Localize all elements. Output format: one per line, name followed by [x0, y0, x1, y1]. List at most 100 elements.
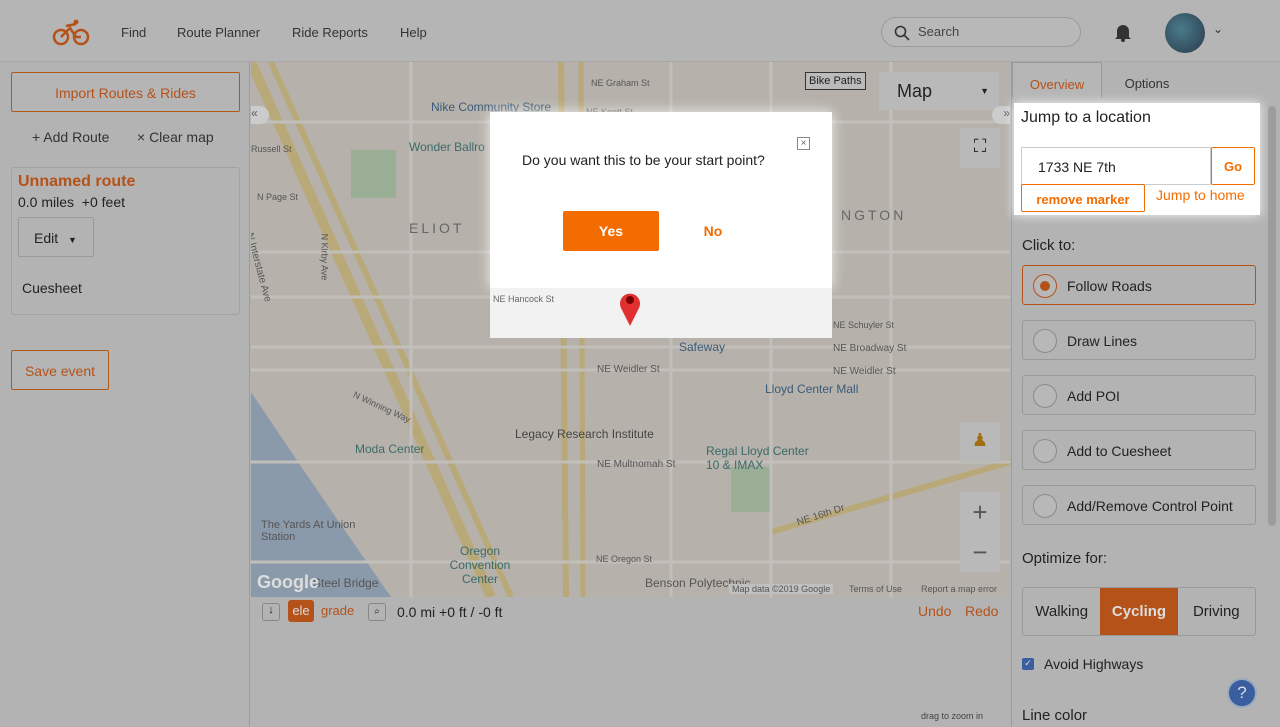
mode-add-to-cuesheet[interactable]: Add to Cuesheet — [1022, 430, 1256, 470]
mode-add-poi[interactable]: Add POI — [1022, 375, 1256, 415]
zoom-icon[interactable]: ⌕ — [368, 603, 386, 621]
save-event-button[interactable]: Save event — [11, 350, 109, 390]
map-label: Wonder Ballro — [409, 140, 485, 154]
redo-button[interactable]: Redo — [965, 603, 998, 619]
remove-marker-button[interactable]: remove marker — [1021, 184, 1145, 212]
elevation-stats: 0.0 mi +0 ft / -0 ft — [397, 604, 503, 620]
map-spotlight: NE Hancock St — [490, 288, 832, 338]
grade-toggle[interactable]: grade — [321, 603, 354, 618]
map-label: The Yards At Union Station — [261, 519, 356, 543]
mode-label: Add to Cuesheet — [1067, 443, 1172, 459]
nav-help[interactable]: Help — [400, 25, 427, 40]
click-to-label: Click to: — [1022, 237, 1076, 254]
route-name[interactable]: Unnamed route — [18, 173, 135, 191]
jump-title: Jump to a location — [1021, 109, 1151, 126]
map-label: Safeway — [679, 340, 726, 354]
mode-label: Draw Lines — [1067, 333, 1138, 349]
route-card: Unnamed route 0.0 miles +0 feet Edit ▼ C… — [11, 167, 240, 315]
jump-home-link[interactable]: Jump to home — [1156, 187, 1245, 203]
map-label: NE Hancock St — [493, 294, 555, 304]
ele-toggle[interactable]: ele — [288, 600, 314, 622]
map-label: NE Multnomah St — [597, 459, 676, 470]
mode-label: Add/Remove Control Point — [1067, 498, 1233, 514]
bike-paths-button[interactable]: Bike Paths — [805, 72, 866, 90]
drag-hint: drag to zoom in — [921, 711, 984, 721]
radio-selected-icon — [1033, 274, 1057, 298]
location-input[interactable]: 1733 NE 7th — [1021, 147, 1211, 185]
zoom-controls: + − — [960, 492, 1000, 572]
radio-icon — [1033, 329, 1057, 353]
bike-logo-icon[interactable] — [52, 18, 90, 46]
scrollbar[interactable] — [1268, 106, 1276, 526]
terms-link[interactable]: Terms of Use — [849, 584, 902, 594]
collapse-right-icon[interactable]: » — [992, 106, 1010, 124]
fullscreen-icon[interactable]: ⛶ — [960, 128, 1000, 168]
map-label: Steel Bridge — [313, 576, 379, 590]
elevation-panel: ↓ ele grade ⌕ 0.0 mi +0 ft / -0 ft Undo … — [251, 597, 1010, 727]
optimize-segmented: Walking Cycling Driving — [1022, 587, 1256, 636]
bell-icon[interactable] — [1114, 22, 1132, 42]
edit-label: Edit — [34, 230, 59, 246]
no-button[interactable]: No — [685, 211, 741, 251]
clear-map-button[interactable]: × Clear map — [137, 129, 214, 145]
radio-icon — [1033, 439, 1057, 463]
search-icon — [894, 25, 910, 41]
map-label: ELIOT — [409, 220, 465, 236]
map-label: Legacy Research Institute — [515, 427, 654, 441]
caret-down-icon: ▼ — [980, 86, 989, 96]
nav-route-planner[interactable]: Route Planner — [177, 25, 260, 40]
map-label: Moda Center — [355, 442, 425, 456]
search-input[interactable]: Search — [881, 17, 1081, 47]
map-label: NGTON — [841, 207, 907, 223]
undo-button[interactable]: Undo — [918, 603, 951, 619]
avoid-highways-label: Avoid Highways — [1044, 656, 1144, 672]
search-placeholder: Search — [918, 24, 960, 39]
map-label: NE Schuyler St — [833, 320, 895, 330]
map-label: N Page St — [257, 192, 299, 202]
tab-options[interactable]: Options — [1122, 62, 1172, 98]
help-icon[interactable]: ? — [1227, 678, 1257, 708]
zoom-out-button[interactable]: − — [960, 532, 1000, 572]
mode-draw-lines[interactable]: Draw Lines — [1022, 320, 1256, 360]
import-routes-button[interactable]: Import Routes & Rides — [11, 72, 240, 112]
radio-icon — [1033, 494, 1057, 518]
map-label: NE Broadway St — [833, 343, 907, 354]
download-icon[interactable]: ↓ — [262, 603, 280, 621]
optimize-walking[interactable]: Walking — [1023, 588, 1100, 635]
optimize-driving[interactable]: Driving — [1178, 588, 1255, 635]
avatar[interactable] — [1165, 13, 1205, 53]
mode-control-point[interactable]: Add/Remove Control Point — [1022, 485, 1256, 525]
map-label: NE Oregon St — [596, 554, 653, 564]
collapse-left-icon[interactable]: « — [251, 106, 269, 124]
pegman-icon[interactable]: ♟ — [960, 422, 1000, 462]
line-color-label: Line color — [1022, 707, 1088, 724]
go-button[interactable]: Go — [1211, 147, 1255, 185]
zoom-in-button[interactable]: + — [960, 492, 1000, 532]
tab-overview[interactable]: Overview — [1012, 62, 1102, 98]
close-icon[interactable]: × — [797, 137, 810, 150]
optimize-cycling[interactable]: Cycling — [1100, 588, 1178, 635]
edit-dropdown[interactable]: Edit ▼ — [18, 217, 94, 257]
map-label: Regal Lloyd Center 10 & IMAX — [706, 444, 809, 472]
map-marker-icon[interactable] — [618, 290, 642, 326]
caret-down-icon: ▼ — [68, 235, 77, 245]
chevron-down-icon[interactable]: ⌄ — [1213, 22, 1223, 36]
jump-to-location-panel: Jump to a location 1733 NE 7th Go remove… — [1014, 103, 1260, 215]
yes-button[interactable]: Yes — [563, 211, 659, 251]
optimize-for-label: Optimize for: — [1022, 550, 1108, 567]
cuesheet-label[interactable]: Cuesheet — [22, 280, 82, 296]
map-label: N Kirby Ave — [319, 233, 330, 281]
add-route-button[interactable]: + Add Route — [32, 129, 109, 145]
nav-ride-reports[interactable]: Ride Reports — [292, 25, 368, 40]
nav-find[interactable]: Find — [121, 25, 146, 40]
report-error-link[interactable]: Report a map error — [921, 584, 997, 594]
avoid-highways-checkbox[interactable]: ✓ — [1022, 658, 1034, 670]
map-label: NE Graham St — [591, 78, 650, 88]
map-attribution: Map data ©2019 Google — [729, 584, 834, 594]
mode-follow-roads[interactable]: Follow Roads — [1022, 265, 1256, 305]
google-logo: Google — [257, 572, 319, 592]
map-type-select[interactable]: Map ▼ — [879, 72, 999, 110]
mode-label: Follow Roads — [1067, 278, 1152, 294]
dialog-question: Do you want this to be your start point? — [522, 152, 765, 168]
route-stats: 0.0 miles +0 feet — [18, 194, 126, 210]
